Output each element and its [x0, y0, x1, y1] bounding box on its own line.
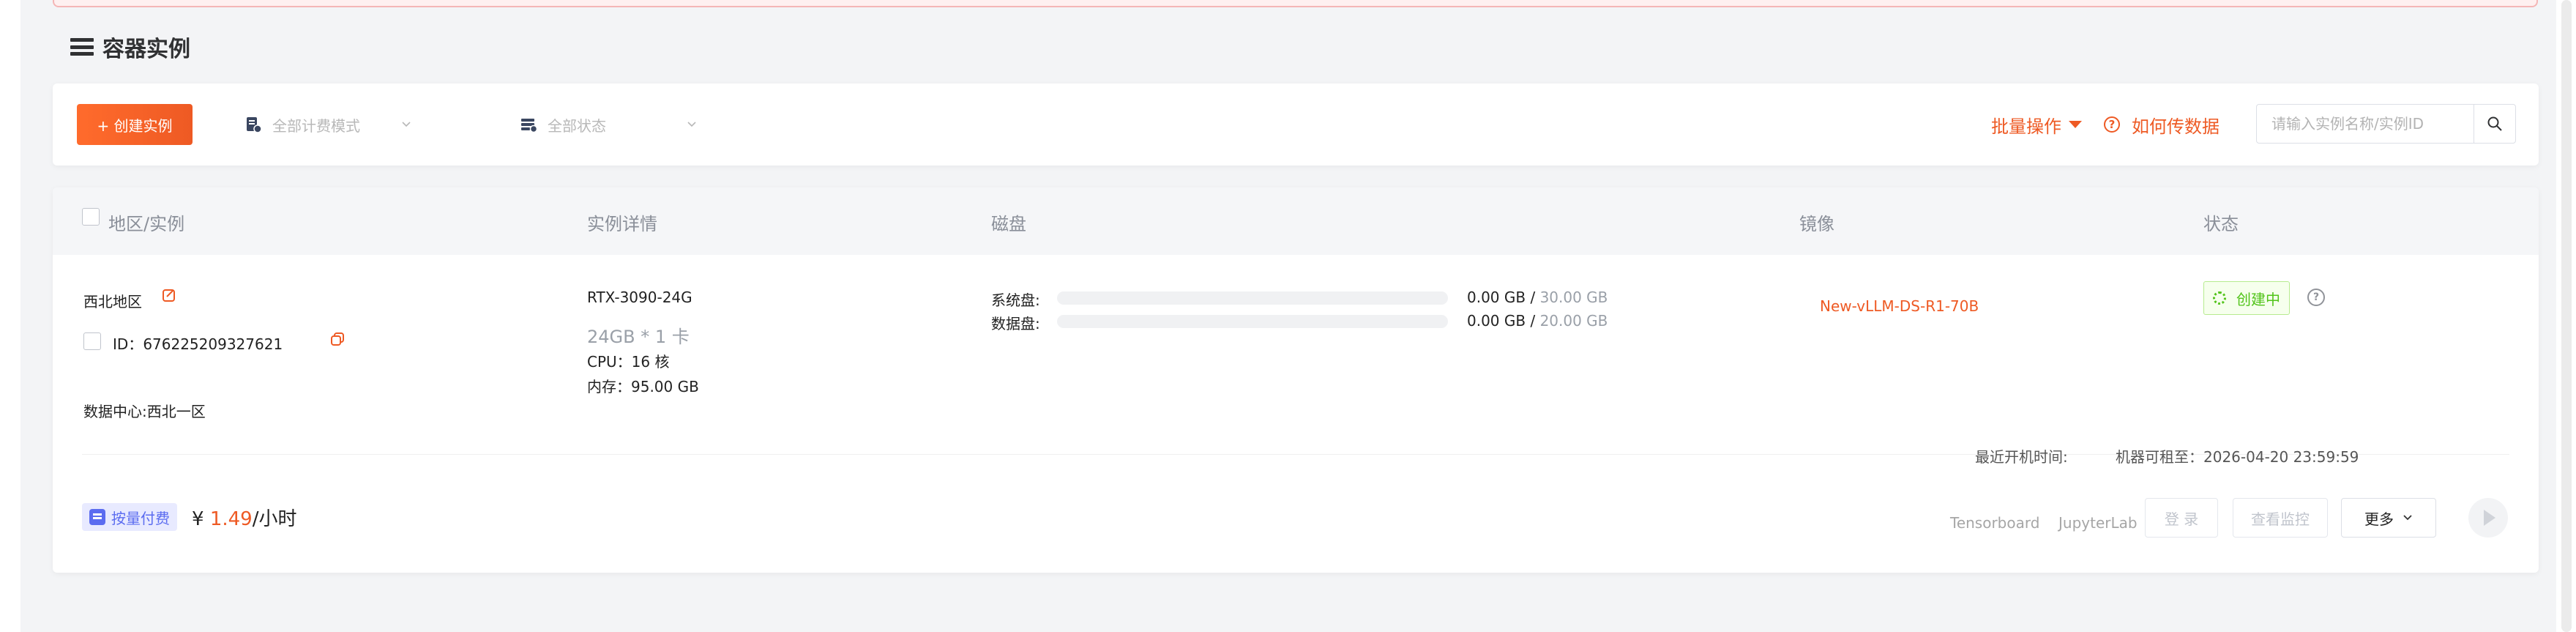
header-status: 状态 — [2203, 214, 2239, 234]
system-disk-bar — [1057, 291, 1448, 305]
instance-id: ID：676225209327621 — [113, 332, 283, 354]
datacenter: 数据中心:西北一区 — [83, 403, 206, 420]
system-disk-total: 30.00 GB — [1539, 289, 1608, 306]
data-disk-label: 数据盘: — [991, 315, 1040, 332]
billing-icon — [247, 117, 262, 133]
header-disk: 磁盘 — [991, 214, 1026, 234]
data-disk-total: 20.00 GB — [1539, 312, 1608, 330]
system-disk-separator: / — [1526, 289, 1540, 306]
list-icon — [70, 38, 94, 56]
region-name: 西北地区 — [83, 293, 142, 311]
left-gutter — [0, 0, 20, 632]
price-value: 1.49 — [209, 508, 253, 530]
start-instance-button[interactable] — [2468, 498, 2508, 538]
system-disk-usage: 0.00 GB / 30.00 GB — [1467, 289, 1608, 306]
right-gutter — [2556, 0, 2576, 632]
instance-id-value: 676225209327621 — [143, 335, 283, 353]
billing-mode-text: 按量付费 — [111, 509, 170, 527]
copy-icon[interactable] — [329, 331, 346, 347]
chevron-down-icon — [2403, 515, 2412, 521]
select-all-checkbox[interactable] — [82, 208, 100, 230]
scrollbar[interactable] — [2561, 0, 2572, 632]
create-instance-button[interactable]: + 创建实例 — [77, 104, 193, 145]
chevron-down-icon — [687, 122, 696, 127]
row-checkbox[interactable] — [83, 332, 101, 350]
region-cell: 西北地区 — [83, 290, 142, 311]
toolbar: + 创建实例 全部计费模式 全部状态 批量操作 ? 如何传数据 — [53, 83, 2539, 166]
status-filter-value: 全部状态 — [548, 116, 606, 135]
chevron-down-icon — [402, 122, 411, 127]
memory-spec: 内存：95.00 GB — [587, 378, 699, 395]
status-badge: 创建中 — [2203, 281, 2290, 315]
login-button[interactable]: 登 录 — [2145, 498, 2218, 538]
loading-spinner-icon — [2213, 291, 2226, 305]
status-filter-select[interactable]: 全部状态 — [520, 111, 697, 138]
instance-table: 地区/实例 实例详情 磁盘 镜像 状态 西北地区 ID：676225209327… — [53, 187, 2539, 573]
search-input[interactable] — [2257, 105, 2474, 143]
play-icon — [2484, 510, 2495, 526]
image-name-link[interactable]: New-vLLM-DS-R1-70B — [1820, 297, 1979, 315]
data-disk-separator: / — [1526, 312, 1540, 330]
status-help-icon[interactable]: ? — [2307, 289, 2325, 306]
edit-icon[interactable] — [161, 287, 177, 303]
last-boot-time: 最近开机时间: — [1975, 448, 2068, 466]
search-icon — [2487, 116, 2502, 131]
header-region: 地区/实例 — [108, 214, 185, 234]
table-header: 地区/实例 实例详情 磁盘 镜像 状态 — [53, 187, 2539, 255]
billing-mode-badge: 按量付费 — [82, 503, 177, 531]
data-disk-usage: 0.00 GB / 20.00 GB — [1467, 312, 1608, 330]
system-disk-label: 系统盘: — [991, 291, 1040, 309]
price-unit: /小时 — [252, 508, 297, 530]
how-to-transfer-data-link[interactable]: ? 如何传数据 — [2104, 111, 2220, 138]
view-monitor-button[interactable]: 查看监控 — [2233, 498, 2328, 538]
system-disk-used: 0.00 GB — [1467, 289, 1526, 306]
page-title: 容器实例 — [70, 32, 190, 62]
price-currency: ¥ — [192, 508, 204, 530]
alert-banner-edge — [53, 0, 2538, 7]
more-label: 更多 — [2364, 510, 2394, 528]
rentable-until: 机器可租至：2026-04-20 23:59:59 — [2116, 448, 2359, 466]
jupyterlab-link[interactable]: JupyterLab — [2058, 514, 2138, 532]
billing-info: 按量付费 ¥ 1.49/小时 — [82, 502, 296, 532]
cpu-spec: CPU：16 核 — [587, 353, 670, 371]
billing-badge-icon — [89, 509, 105, 525]
price: ¥ 1.49/小时 — [192, 504, 296, 531]
help-icon: ? — [2104, 116, 2120, 133]
gpu-spec: 24GB * 1 卡 — [587, 327, 690, 347]
billing-filter-select[interactable]: 全部计费模式 — [244, 111, 411, 138]
more-dropdown-button[interactable]: 更多 — [2341, 498, 2436, 538]
gpu-model: RTX-3090-24G — [587, 289, 692, 306]
tensorboard-link[interactable]: Tensorboard — [1950, 514, 2039, 532]
search-button[interactable] — [2474, 105, 2515, 143]
data-disk-used: 0.00 GB — [1467, 312, 1526, 330]
header-details: 实例详情 — [587, 214, 657, 234]
search-box — [2256, 104, 2516, 144]
caret-down-icon — [2069, 121, 2082, 128]
how-to-transfer-data-label: 如何传数据 — [2132, 116, 2220, 137]
data-disk-bar — [1057, 315, 1448, 328]
batch-operations-dropdown[interactable]: 批量操作 — [1991, 111, 2082, 138]
status-icon — [521, 119, 537, 133]
instance-id-label: ID： — [113, 335, 143, 353]
page-title-text: 容器实例 — [102, 37, 190, 62]
status-text: 创建中 — [2236, 290, 2280, 308]
header-image: 镜像 — [1799, 214, 1834, 234]
billing-filter-value: 全部计费模式 — [272, 116, 360, 135]
batch-operations-label: 批量操作 — [1991, 116, 2061, 137]
